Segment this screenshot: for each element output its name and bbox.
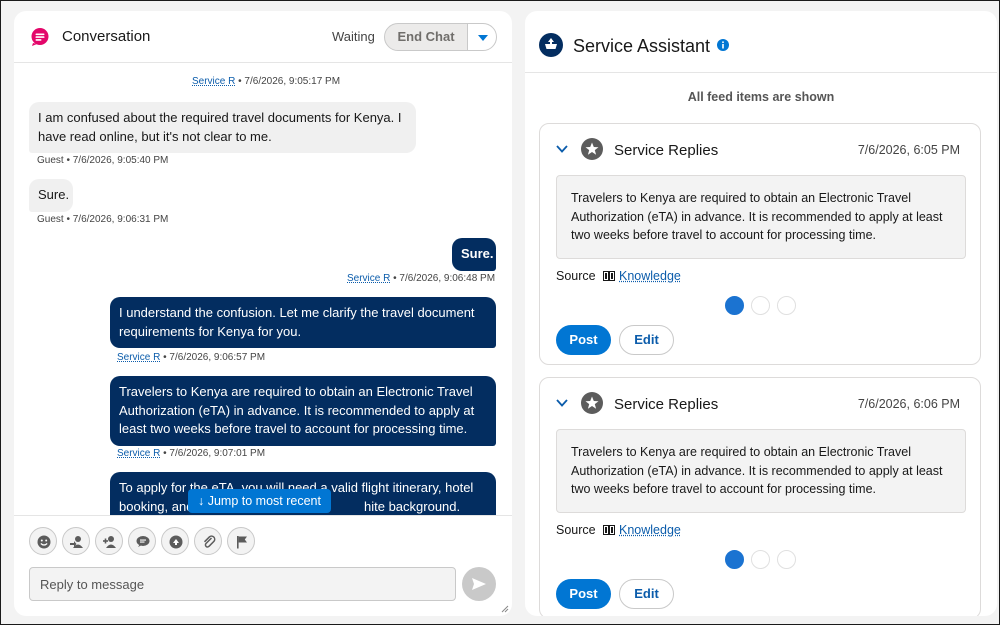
reply-input[interactable] [29,567,456,601]
book-icon [603,525,615,535]
carousel-dot[interactable] [725,550,744,569]
message-meta: Guest • 7/6/2026, 9:05:40 PM [37,155,168,166]
message-time: • 7/6/2026, 9:06:57 PM [163,352,266,363]
chat-status: Waiting [332,29,375,44]
book-icon [603,271,615,281]
guest-message: Sure. [29,179,73,212]
message-feed[interactable]: Service R • 7/6/2026, 9:05:17 PM I am co… [14,63,512,515]
jump-label: Jump to most recent [207,494,321,508]
info-icon[interactable] [717,39,729,51]
carousel-dot[interactable] [777,550,796,569]
post-button[interactable]: Post [556,579,611,609]
assistant-title: Service Assistant [573,36,711,56]
edit-button[interactable]: Edit [619,325,674,355]
quick-text-icon [136,536,150,547]
sender-link[interactable]: Service R [192,76,235,87]
assistant-header: Service Assistant [525,11,997,73]
suggested-reply: Travelers to Kenya are required to obtai… [556,175,966,259]
message-time: • 7/6/2026, 9:06:31 PM [66,214,169,225]
carousel-dot[interactable] [751,550,770,569]
end-chat-button[interactable]: End Chat [384,23,468,51]
conversation-panel: Conversation Waiting End Chat Service R … [14,11,512,616]
knowledge-link[interactable]: Knowledge [619,269,681,283]
knowledge-icon [169,535,183,549]
carousel-dot[interactable] [751,296,770,315]
sender-link[interactable]: Service R [117,448,160,459]
card-time: 7/6/2026, 6:05 PM [857,143,960,157]
jump-to-recent-button[interactable]: ↓ Jump to most recent [188,489,331,513]
message-meta: Service R • 7/6/2026, 9:06:48 PM [347,273,495,284]
source-label: Source [556,269,596,283]
carousel-dot[interactable] [725,296,744,315]
add-user-button[interactable] [95,527,123,555]
suggested-reply: Travelers to Kenya are required to obtai… [556,429,966,513]
agent-message: Sure. [452,238,496,271]
flag-button[interactable] [227,527,255,555]
message-meta: Service R • 7/6/2026, 9:07:01 PM [117,448,265,459]
transfer-icon [70,536,83,548]
card-title: Service Replies [614,142,719,159]
smile-icon [37,535,51,549]
knowledge-button[interactable] [161,527,189,555]
agent-message: I understand the confusion. Let me clari… [110,297,496,348]
feed-status: All feed items are shown [687,90,835,104]
resize-handle-icon[interactable] [501,605,509,613]
message-time: • 7/6/2026, 9:07:01 PM [163,448,266,459]
knowledge-link[interactable]: Knowledge [619,523,681,537]
message-meta: Service R • 7/6/2026, 9:06:57 PM [117,352,265,363]
agent-message: Travelers to Kenya are required to obtai… [110,376,496,446]
chevron-down-icon[interactable] [556,398,568,408]
post-button[interactable]: Post [556,325,611,355]
source-label: Source [556,523,596,537]
sender-link[interactable]: Service R [117,352,160,363]
quick-text-button[interactable] [128,527,156,555]
service-assistant-icon [539,33,563,57]
end-chat-menu-button[interactable] [467,23,497,51]
message-time: • 7/6/2026, 9:06:48 PM [393,273,496,284]
attach-button[interactable] [194,527,222,555]
carousel-dot[interactable] [777,296,796,315]
emoji-button[interactable] [29,527,57,555]
message-time: • 7/6/2026, 9:05:17 PM [238,76,341,87]
send-icon [472,578,486,590]
chevron-down-icon [478,35,488,41]
star-badge-icon [581,138,603,160]
guest-message: I am confused about the required travel … [29,102,416,153]
chat-bubble-icon [31,28,49,46]
chevron-down-icon[interactable] [556,144,568,154]
composer-toolbar [14,515,512,563]
message-meta: Guest • 7/6/2026, 9:06:31 PM [37,214,168,225]
message-meta: Service R • 7/6/2026, 9:05:17 PM [192,76,340,87]
service-reply-card: Service Replies 7/6/2026, 6:05 PM Travel… [539,123,981,365]
sender-name: Guest [37,214,64,225]
conversation-header: Conversation Waiting End Chat [14,11,512,63]
conversation-title: Conversation [62,28,151,45]
sender-name: Guest [37,155,64,166]
sender-link[interactable]: Service R [347,273,390,284]
message-time: • 7/6/2026, 9:05:40 PM [66,155,169,166]
attach-icon [203,535,216,548]
arrow-down-icon: ↓ [198,494,205,508]
service-reply-card: Service Replies 7/6/2026, 6:06 PM Travel… [539,377,981,616]
card-time: 7/6/2026, 6:06 PM [857,397,960,411]
send-button[interactable] [462,567,496,601]
add-user-icon [103,536,116,548]
message-line: booking, and [119,498,194,514]
flag-icon [237,536,247,549]
edit-button[interactable]: Edit [619,579,674,609]
message-line: hite background. [364,498,461,514]
star-badge-icon [581,392,603,414]
transfer-button[interactable] [62,527,90,555]
service-assistant-panel: Service Assistant All feed items are sho… [525,11,997,616]
card-title: Service Replies [614,396,719,413]
